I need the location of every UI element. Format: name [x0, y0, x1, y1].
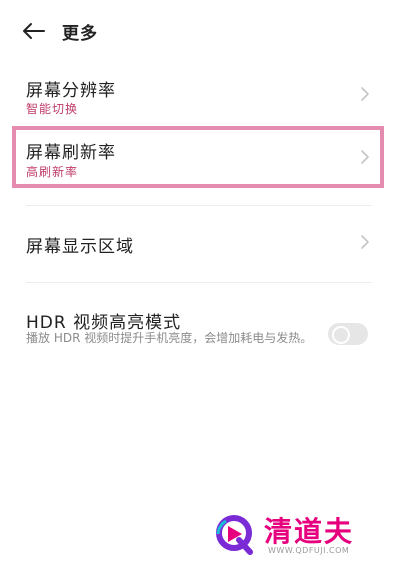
- screen-resolution-label: 屏幕分辨率: [26, 81, 116, 101]
- screen-resolution-item[interactable]: 屏幕分辨率 智能切换: [0, 64, 400, 122]
- chevron-right-icon: [360, 86, 370, 102]
- toggle-knob: [332, 326, 350, 344]
- top-bar: 更多: [0, 0, 400, 64]
- watermark: 清道夫 WWW.QDFUJI.COM: [212, 508, 392, 558]
- page-title: 更多: [62, 24, 98, 44]
- watermark-name: 清道夫: [264, 515, 355, 548]
- highlight-frame: [12, 126, 384, 188]
- divider: [26, 282, 372, 283]
- chevron-right-icon: [360, 234, 370, 250]
- screen-resolution-value: 智能切换: [26, 102, 79, 116]
- screen-display-area-item[interactable]: 屏幕显示区域: [0, 212, 400, 272]
- watermark-url: WWW.QDFUJI.COM: [268, 546, 350, 555]
- divider: [26, 205, 372, 206]
- hdr-mode-toggle[interactable]: [328, 323, 368, 345]
- qdfuji-logo-icon: [212, 512, 256, 556]
- screen-display-area-label: 屏幕显示区域: [26, 237, 134, 257]
- hdr-mode-description: 播放 HDR 视频时提升手机亮度，会增加耗电与发热。: [26, 331, 313, 345]
- arrow-left-icon[interactable]: [22, 22, 46, 40]
